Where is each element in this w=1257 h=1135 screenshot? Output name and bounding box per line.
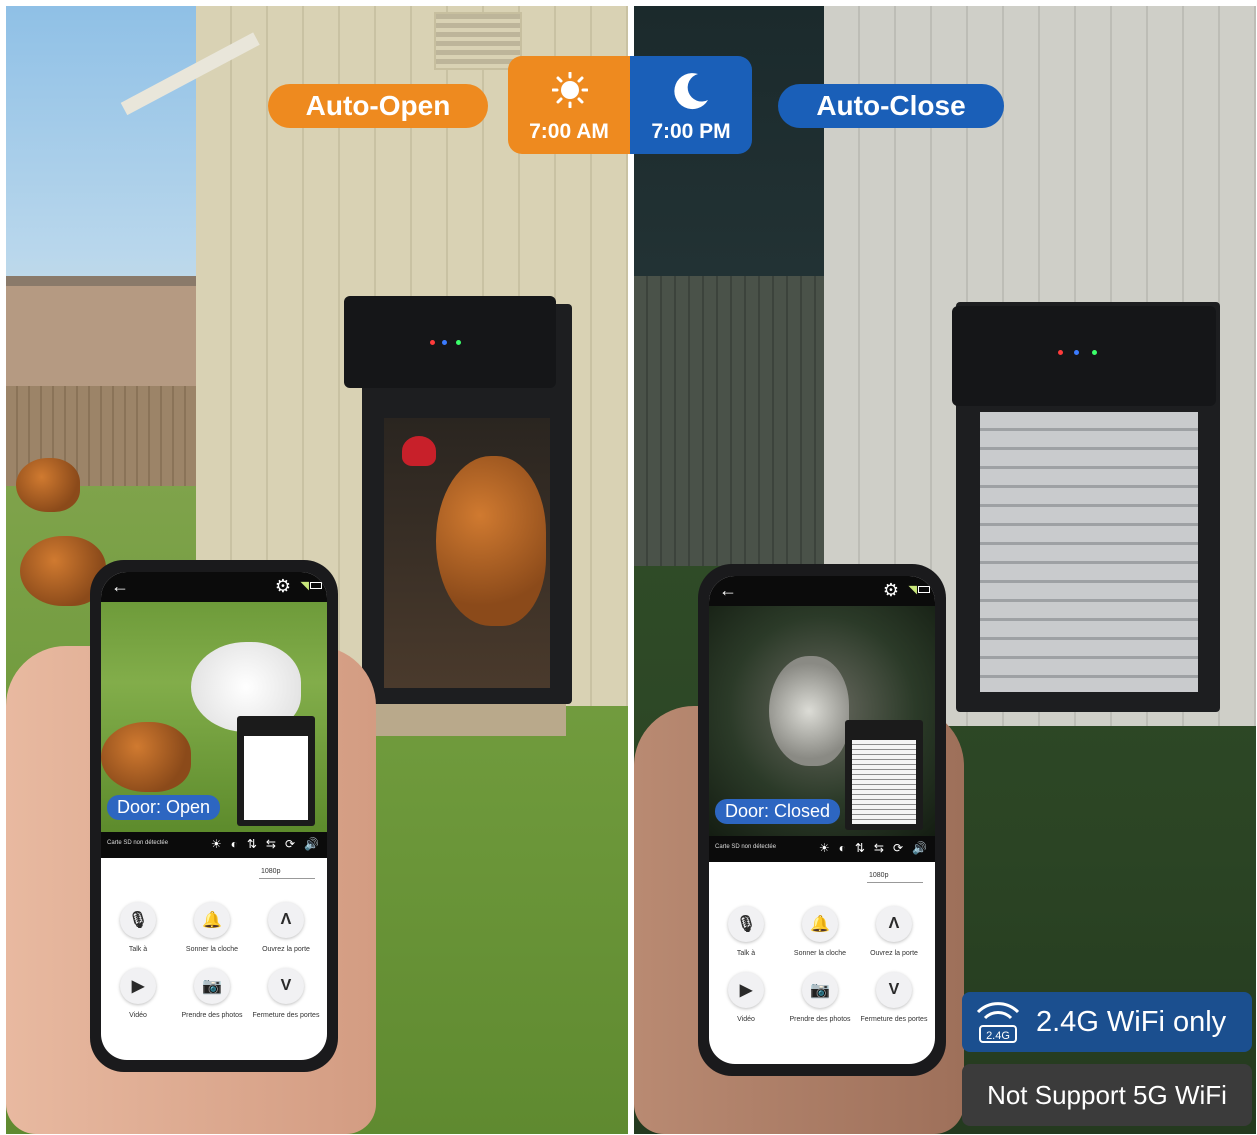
mini-door-closed (845, 720, 923, 830)
video-button[interactable]: ▶ Vidéo (709, 972, 783, 1023)
red-led (430, 340, 435, 345)
camera-feed: Door: Open (101, 602, 327, 832)
mirror-icon[interactable]: ⇆ (266, 837, 276, 851)
chevron-down-icon: V (876, 972, 912, 1008)
camera-feed: Door: Closed (709, 606, 935, 836)
app-top-bar: ← ⚙ ◥ (709, 576, 935, 606)
green-led (456, 340, 461, 345)
contrast-icon[interactable]: ◐ (231, 837, 238, 851)
rotate-icon[interactable]: ⟳ (893, 841, 903, 855)
stream-toolbar: Carte SD non détectée ☀ ◐ ⇅ ⇆ ⟳ 🔊 (101, 832, 327, 858)
ring-bell-button[interactable]: 🔔 Sonner la cloche (175, 902, 249, 953)
close-door-button[interactable]: V Fermeture des portes (857, 972, 931, 1023)
take-photo-button[interactable]: 📷 Prendre des photos (783, 972, 857, 1023)
ring-bell-button[interactable]: 🔔 Sonner la cloche (783, 906, 857, 957)
chevron-down-icon: V (268, 968, 304, 1004)
close-time: 7:00 PM (651, 120, 731, 143)
mirror-icon[interactable]: ⇆ (874, 841, 884, 855)
chevron-up-icon: Λ (268, 902, 304, 938)
blue-led (1074, 350, 1079, 355)
speaker-icon[interactable]: 🔊 (304, 837, 319, 851)
background-hen (16, 458, 80, 512)
open-time: 7:00 AM (529, 120, 609, 143)
background-fence (634, 276, 824, 566)
resolution-select[interactable]: 1080p (261, 868, 280, 875)
talk-button[interactable]: 🎙 Talk à (709, 906, 783, 957)
camera-icon: 📷 (802, 972, 838, 1008)
phone-screen: ← ⚙ ◥ Door: Closed Carte SD non détectée… (709, 576, 935, 1064)
door-motor-housing (344, 296, 556, 388)
wifi-band-label: 2.4G (986, 1030, 1010, 1042)
microphone-icon: 🎙 (728, 906, 764, 942)
battery-icon (918, 586, 930, 593)
feed-hen (101, 722, 191, 792)
phone-left: ← ⚙ ◥ Door: Open Carte SD non détectée ☀… (90, 560, 338, 1072)
day-scene: ← ⚙ ◥ Door: Open Carte SD non détectée ☀… (6, 6, 628, 1134)
blue-led (442, 340, 447, 345)
video-icon: ▶ (728, 972, 764, 1008)
hen (436, 456, 546, 626)
wifi-icon: ◥ (908, 584, 917, 596)
battery-icon (310, 582, 322, 589)
speaker-icon[interactable]: 🔊 (912, 841, 927, 855)
video-button[interactable]: ▶ Vidéo (101, 968, 175, 1019)
night-scene: ← ⚙ ◥ Door: Closed Carte SD non détectée… (634, 6, 1256, 1134)
wifi-icon: 2.4G (976, 1002, 1020, 1043)
door-status-label: Door: Closed (715, 799, 841, 824)
open-door-button[interactable]: Λ Ouvrez la porte (857, 906, 931, 957)
flip-icon[interactable]: ⇅ (247, 837, 257, 851)
open-door-button[interactable]: Λ Ouvrez la porte (249, 902, 323, 953)
resolution-select[interactable]: 1080p (869, 872, 888, 879)
wifi-2-4g-badge: 2.4G 2.4G WiFi only (962, 992, 1252, 1052)
brightness-icon[interactable]: ☀ (211, 837, 222, 851)
mini-door-open (237, 716, 315, 826)
feed-raccoon (769, 656, 849, 766)
contrast-icon[interactable]: ◐ (839, 841, 846, 855)
auto-open-badge: Auto-Open (268, 84, 488, 128)
talk-button[interactable]: 🎙 Talk à (101, 902, 175, 953)
brightness-icon[interactable]: ☀ (819, 841, 830, 855)
green-led (1092, 350, 1097, 355)
rotate-icon[interactable]: ⟳ (285, 837, 295, 851)
wifi-icon: ◥ (300, 580, 309, 592)
hen-comb (402, 436, 436, 466)
wifi-only-text: 2.4G WiFi only (1036, 1005, 1227, 1038)
back-arrow-icon[interactable]: ← (111, 576, 129, 597)
no-5g-badge: Not Support 5G WiFi (962, 1064, 1252, 1126)
flip-icon[interactable]: ⇅ (855, 841, 865, 855)
take-photo-button[interactable]: 📷 Prendre des photos (175, 968, 249, 1019)
auto-close-badge: Auto-Close (778, 84, 1004, 128)
moon-icon (674, 73, 708, 110)
door-shutter (980, 412, 1198, 692)
phone-screen: ← ⚙ ◥ Door: Open Carte SD non détectée ☀… (101, 572, 327, 1060)
coop-vent (434, 12, 522, 70)
sd-card-status: Carte SD non détectée (715, 844, 777, 850)
app-top-bar: ← ⚙ ◥ (101, 572, 327, 602)
door-status-label: Door: Open (107, 795, 221, 820)
gear-icon[interactable]: ⚙ (275, 576, 291, 597)
camera-icon: 📷 (194, 968, 230, 1004)
video-icon: ▶ (120, 968, 156, 1004)
sd-card-status: Carte SD non détectée (107, 840, 169, 846)
sun-icon (552, 72, 588, 108)
red-led (1058, 350, 1063, 355)
close-door-button[interactable]: V Fermeture des portes (249, 968, 323, 1019)
close-time-box: 7:00 PM (630, 56, 752, 154)
gear-icon[interactable]: ⚙ (883, 580, 899, 601)
open-time-box: 7:00 AM (508, 56, 630, 154)
door-motor-housing (952, 306, 1216, 406)
chevron-up-icon: Λ (876, 906, 912, 942)
back-arrow-icon[interactable]: ← (719, 580, 737, 601)
stream-toolbar: Carte SD non détectée ☀ ◐ ⇅ ⇆ ⟳ 🔊 (709, 836, 935, 862)
bell-icon: 🔔 (194, 902, 230, 938)
microphone-icon: 🎙 (120, 902, 156, 938)
bell-icon: 🔔 (802, 906, 838, 942)
phone-right: ← ⚙ ◥ Door: Closed Carte SD non détectée… (698, 564, 946, 1076)
